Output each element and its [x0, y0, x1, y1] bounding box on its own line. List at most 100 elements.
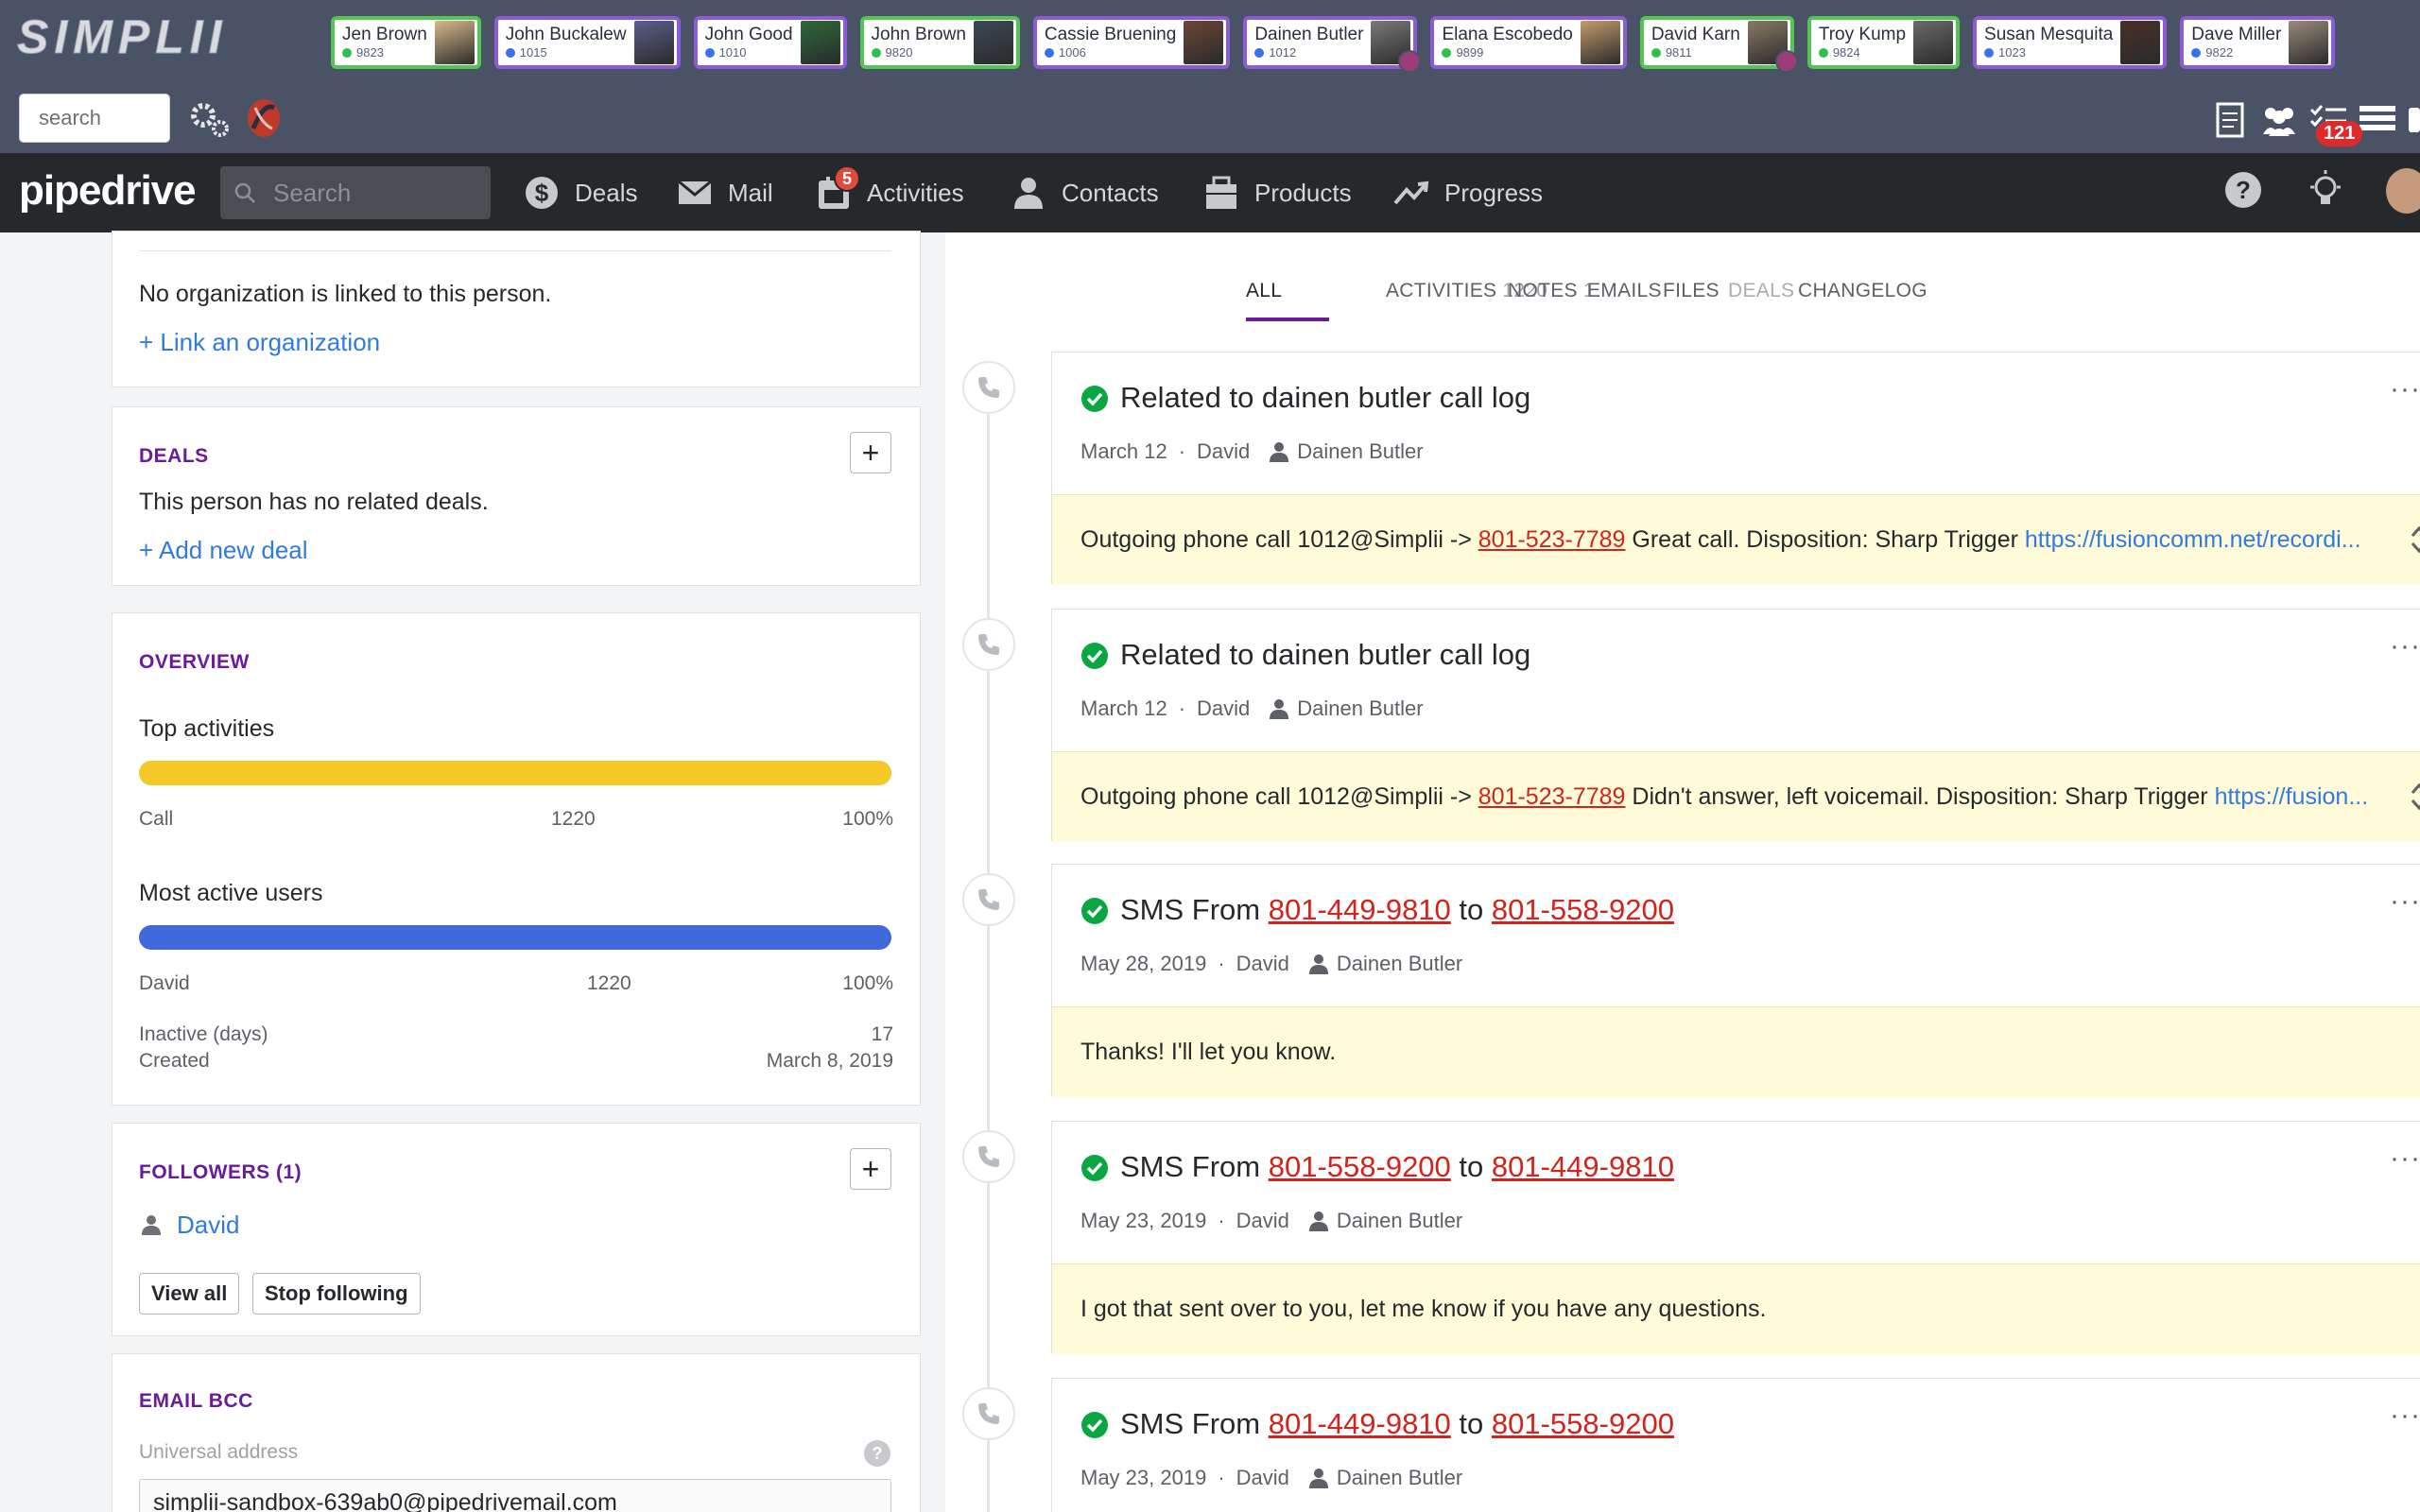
more-options-icon[interactable]: ··· — [2390, 1400, 2420, 1432]
nav-activities[interactable]: Activities — [816, 153, 964, 232]
user-presence-card[interactable]: Cassie Bruening 1006 — [1032, 16, 1231, 69]
user-extension: 1023 — [1984, 45, 2113, 60]
add-follower-plus-button[interactable]: + — [850, 1148, 891, 1190]
feed-activity-card[interactable]: Related to dainen butler call log ··· Marc… — [1051, 609, 2420, 842]
user-presence-card[interactable]: Elana Escobedo 9899 — [1430, 16, 1627, 69]
from-phone-link[interactable]: 801-449-9810 — [1269, 1407, 1451, 1440]
user-avatar — [434, 21, 475, 64]
view-all-followers-button[interactable]: View all — [139, 1273, 240, 1314]
feed-activity-card[interactable]: Related to dainen butler call log ··· Marc… — [1051, 352, 2420, 585]
softphone-icon[interactable] — [244, 96, 284, 140]
from-phone-link[interactable]: 801-449-9810 — [1269, 893, 1451, 926]
user-presence-card[interactable]: Jen Brown 9823 — [331, 16, 481, 69]
activity-person[interactable]: Dainen Butler — [1308, 952, 1462, 976]
pipedrive-logo[interactable]: pipedrive — [19, 167, 197, 215]
extension-number: 1010 — [718, 45, 747, 60]
tab-all[interactable]: ALL — [1246, 280, 1282, 302]
sms-message: Thanks! I'll let you know. — [1080, 1039, 1337, 1065]
to-phone-link[interactable]: 801-558-9200 — [1492, 893, 1674, 926]
team-icon[interactable] — [2259, 100, 2299, 140]
gear-icon[interactable] — [185, 94, 233, 142]
document-icon[interactable] — [2210, 100, 2250, 140]
to-phone-link[interactable]: 801-449-9810 — [1492, 1150, 1674, 1183]
help-icon[interactable]: ? — [863, 1439, 891, 1468]
activity-person[interactable]: Dainen Butler — [1308, 1466, 1462, 1490]
user-avatar — [1913, 21, 1954, 64]
nav-progress[interactable]: Progress — [1393, 153, 1543, 232]
done-check-icon[interactable] — [1080, 897, 1109, 925]
follower-david-link[interactable]: David — [177, 1211, 239, 1240]
extension-number: 1012 — [1269, 45, 1297, 60]
person-icon — [1308, 1211, 1328, 1231]
more-options-icon[interactable]: ··· — [2390, 630, 2420, 662]
done-check-icon[interactable] — [1080, 642, 1109, 670]
user-presence-card[interactable]: Susan Mesquita 1023 — [1973, 16, 2168, 69]
list-view-icon[interactable] — [2358, 100, 2397, 140]
done-check-icon[interactable] — [1080, 1154, 1109, 1182]
activity-person[interactable]: Dainen Butler — [1269, 696, 1424, 721]
stop-following-button[interactable]: Stop following — [252, 1273, 421, 1314]
user-presence-card[interactable]: John Good 1010 — [693, 16, 847, 69]
card-title: Related to dainen butler call log — [1120, 638, 1530, 672]
nav-mail[interactable]: Mail — [677, 153, 773, 232]
nav-label: Progress — [1444, 178, 1544, 207]
user-presence-card[interactable]: John Brown 9820 — [859, 16, 1020, 69]
top-activities-bar-fill — [139, 761, 891, 785]
lightbulb-icon[interactable] — [2307, 168, 2344, 210]
activity-person[interactable]: Dainen Butler — [1269, 439, 1424, 464]
overview-title: OVERVIEW — [139, 651, 250, 673]
expand-collapse-icon[interactable] — [2408, 524, 2420, 556]
tab-changelog[interactable]: CHANGELOG — [1798, 280, 1927, 302]
bcc-address-field[interactable]: simplii-sandbox-639ab0@pipedrivemail.com — [139, 1479, 891, 1512]
feed-activity-card[interactable]: SMS From 801-449-9810 to 801-558-9200 ···… — [1051, 1378, 2420, 1512]
help-icon[interactable]: ? — [2223, 170, 2263, 210]
tab-files[interactable]: FILES — [1663, 280, 1720, 302]
card-meta: March 12 · David Dainen Butler — [1080, 439, 1424, 464]
recording-link[interactable]: https://fusion... — [2215, 783, 2369, 811]
activity-person[interactable]: Dainen Butler — [1308, 1209, 1462, 1233]
profile-avatar[interactable] — [2386, 168, 2420, 214]
simplii-search-input[interactable] — [19, 94, 170, 143]
user-name: Elana Escobedo — [1442, 25, 1573, 44]
called-phone-link[interactable]: 801-523-7789 — [1478, 783, 1626, 811]
user-name: Jen Brown — [342, 25, 427, 44]
link-organization-link[interactable]: + Link an organization — [139, 328, 380, 357]
expand-collapse-icon[interactable] — [2408, 781, 2420, 813]
pipedrive-search-input[interactable]: Search — [220, 166, 491, 219]
phone-icon — [978, 634, 999, 655]
activity-title[interactable]: Related to dainen butler call log — [1120, 381, 1530, 414]
user-presence-card[interactable]: Troy Kump 9824 — [1806, 16, 1961, 69]
user-name: John Good — [704, 25, 793, 44]
user-presence-card[interactable]: John Buckalew 1015 — [493, 16, 681, 69]
user-extension: 9822 — [2191, 45, 2281, 60]
to-phone-link[interactable]: 801-558-9200 — [1492, 1407, 1674, 1440]
user-presence-card[interactable]: Dave Miller 9822 — [2180, 16, 2336, 69]
feed-activity-card[interactable]: SMS From 801-449-9810 to 801-558-9200 ···… — [1051, 864, 2420, 1097]
nav-deals[interactable]: $ Deals — [524, 153, 637, 232]
more-options-icon[interactable]: ··· — [2390, 373, 2420, 405]
add-deal-plus-button[interactable]: + — [850, 432, 891, 473]
done-check-icon[interactable] — [1080, 1411, 1109, 1439]
tab-notes[interactable]: NOTES 1 — [1508, 280, 1595, 302]
tab-emails[interactable]: EMAILS — [1587, 280, 1662, 302]
feed-activity-card[interactable]: SMS From 801-558-9200 to 801-449-9810 ···… — [1051, 1121, 2420, 1354]
panel-toggle-icon[interactable] — [2407, 100, 2420, 140]
add-new-deal-link[interactable]: + Add new deal — [139, 536, 308, 565]
person-name: Dainen Butler — [1336, 1466, 1463, 1489]
more-options-icon[interactable]: ··· — [2390, 1143, 2420, 1175]
from-phone-link[interactable]: 801-558-9200 — [1269, 1150, 1451, 1183]
more-options-icon[interactable]: ··· — [2390, 885, 2420, 918]
called-phone-link[interactable]: 801-523-7789 — [1478, 526, 1626, 554]
done-check-icon[interactable] — [1080, 385, 1109, 413]
recording-link[interactable]: https://fusioncomm.net/recordi... — [2025, 526, 2361, 554]
activity-owner: David — [1236, 1466, 1289, 1489]
sms-to: to — [1450, 893, 1492, 926]
status-dot — [1044, 48, 1054, 58]
timeline-phone-icon — [962, 873, 1015, 926]
presence-badge — [1398, 50, 1422, 73]
nav-products[interactable]: Products — [1203, 153, 1352, 232]
nav-contacts[interactable]: Contacts — [1011, 153, 1159, 232]
user-presence-card[interactable]: David Karn 9811 — [1639, 16, 1798, 73]
user-presence-card[interactable]: Dainen Butler 1012 — [1243, 16, 1422, 73]
activity-title[interactable]: Related to dainen butler call log — [1120, 638, 1530, 671]
